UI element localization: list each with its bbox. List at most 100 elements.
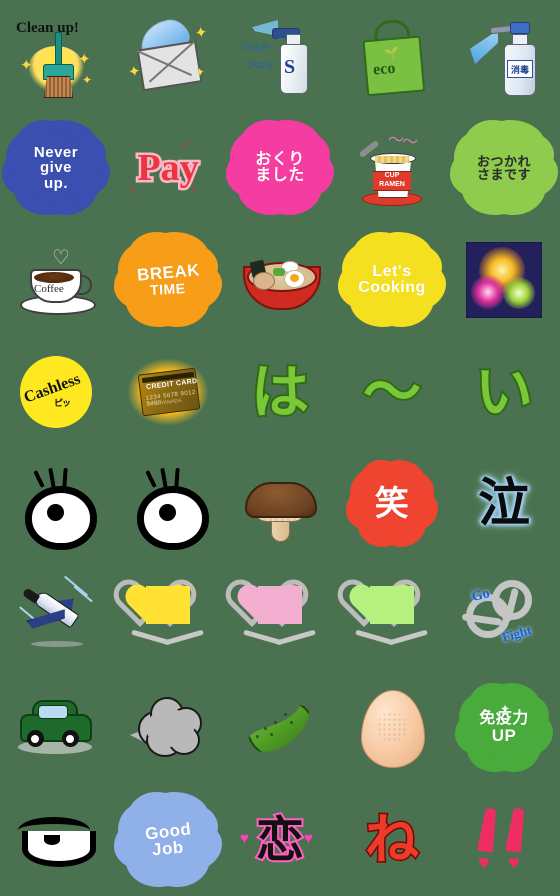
kanji-glyph: 泣 — [477, 474, 530, 534]
speech-bubble: 笑 — [348, 475, 423, 533]
sparkling-envelope-sticker[interactable]: ✦ ✦ ✦ — [120, 8, 216, 104]
balloon-green-sticker[interactable] — [344, 568, 440, 664]
sticker-cell[interactable]: ♪ ♪ ♪ Pay — [112, 112, 224, 224]
sticker-cell[interactable] — [224, 224, 336, 336]
sticker-cell[interactable]: ✦ ✦ ✦ — [112, 0, 224, 112]
shu-text-2: シュッ — [246, 60, 274, 71]
sticker-cell[interactable]: Clean up! ✦ ✦ ✦ — [0, 0, 112, 112]
otsukaresama-sticker[interactable]: おつかれ さまです — [452, 120, 552, 216]
fireworks-sticker[interactable] — [456, 232, 552, 328]
sticker-cell[interactable] — [112, 560, 224, 672]
cucumber-speck — [264, 727, 267, 730]
music-note-icon: ♪ — [129, 181, 136, 196]
bubble-tail — [457, 734, 472, 746]
sticker-cell[interactable]: ♥ ♥ — [448, 784, 560, 896]
go-fight-sticker[interactable]: Go Fight — [456, 568, 552, 664]
eye-open-sticker[interactable] — [120, 456, 216, 552]
pupil — [47, 504, 64, 521]
kana-i-sticker[interactable]: い — [456, 344, 552, 440]
sticker-cell[interactable]: Never give up. — [0, 112, 112, 224]
sticker-cell[interactable]: CREDIT CARD 1234 5678 9012 3456 TARO YAM… — [112, 336, 224, 448]
sticker-cell[interactable]: 消毒 — [448, 0, 560, 112]
sticker-cell[interactable] — [224, 560, 336, 672]
coffee-cup-sticker[interactable]: ♡ Coffee — [8, 232, 104, 328]
egg-illustration — [361, 690, 425, 768]
bubble-tail — [116, 289, 131, 301]
double-exclamation-sticker[interactable]: ♥ ♥ — [456, 792, 552, 888]
immunity-up-sticker[interactable]: ✦ 免疫力 UP — [456, 680, 552, 776]
cashless-sticker[interactable]: Cashless ピッ — [8, 344, 104, 440]
never-give-up-sticker[interactable]: Never give up. — [4, 120, 104, 216]
eco-bag-sticker[interactable]: 🌱 eco — [344, 8, 440, 104]
sticker-cell[interactable]: BREAK TIME — [112, 224, 224, 336]
credit-card-sticker[interactable]: CREDIT CARD 1234 5678 9012 3456 TARO YAM… — [120, 344, 216, 440]
kana-ne-sticker[interactable]: ね — [344, 792, 440, 888]
sticker-cell[interactable]: おくり ました — [224, 112, 336, 224]
sticker-cell[interactable] — [112, 672, 224, 784]
sanitizer-illustration: 消毒 — [460, 12, 548, 100]
kana-ha-sticker[interactable]: は — [232, 344, 328, 440]
cup-ramen-sticker[interactable]: 〜 〜 CUP RAMEN — [344, 120, 440, 216]
kana-wave-sticker[interactable]: 〜 — [344, 344, 440, 440]
sticker-cell[interactable] — [0, 784, 112, 896]
sticker-cell[interactable]: ♥ ♥ 恋 — [224, 784, 336, 896]
sticker-cell[interactable] — [224, 672, 336, 784]
sticker-cell[interactable] — [0, 560, 112, 672]
kana-glyph: は — [249, 358, 311, 426]
sticker-cell[interactable] — [448, 224, 560, 336]
balloon-pink-sticker[interactable] — [232, 568, 328, 664]
car-window — [38, 705, 68, 719]
sanitizer-spray-sticker[interactable]: 消毒 — [456, 8, 552, 104]
sticker-cell[interactable]: Let's Cooking — [336, 224, 448, 336]
sticker-cell[interactable]: 🌱 eco — [336, 0, 448, 112]
sticker-cell[interactable]: 泣 — [448, 448, 560, 560]
naku-cry-sticker[interactable]: 泣 — [456, 456, 552, 552]
sticker-cell[interactable]: い — [448, 336, 560, 448]
bottle-label-text: 消毒 — [510, 64, 529, 75]
koi-love-sticker[interactable]: ♥ ♥ 恋 — [232, 792, 328, 888]
sticker-cell[interactable] — [224, 448, 336, 560]
spray-bottle-sticker[interactable]: S シュッ シュッ — [232, 8, 328, 104]
eye-open-sticker[interactable] — [8, 456, 104, 552]
shiitake-mushroom-sticker[interactable] — [232, 456, 328, 552]
ramen-bowl-sticker[interactable] — [232, 232, 328, 328]
eye-closed-sticker[interactable] — [8, 792, 104, 888]
sticker-cell[interactable]: Go Fight — [448, 560, 560, 672]
sticker-cell[interactable]: 笑 — [336, 448, 448, 560]
clean-up-broom-sticker[interactable]: Clean up! ✦ ✦ ✦ — [8, 8, 104, 104]
cucumber-sticker[interactable] — [232, 680, 328, 776]
sticker-cell[interactable]: ✦ 免疫力 UP — [448, 672, 560, 784]
sticker-cell[interactable] — [0, 448, 112, 560]
egg-sticker[interactable] — [344, 680, 440, 776]
jet-plane-sticker[interactable] — [8, 568, 104, 664]
cashless-illustration: Cashless ピッ — [16, 352, 96, 432]
closed-eye-illustration — [16, 817, 96, 867]
bubble-line-1: Let's — [372, 262, 412, 280]
pay-sticker[interactable]: ♪ ♪ ♪ Pay — [120, 120, 216, 216]
sticker-cell[interactable]: ♡ Coffee — [0, 224, 112, 336]
sticker-cell[interactable] — [336, 672, 448, 784]
sticker-cell[interactable]: Good Job — [112, 784, 224, 896]
sticker-cell[interactable]: ね — [336, 784, 448, 896]
sticker-cell[interactable]: 〜 〜 CUP RAMEN — [336, 112, 448, 224]
balloon-yellow-sticker[interactable] — [120, 568, 216, 664]
sticker-cell[interactable] — [0, 672, 112, 784]
sticker-cell[interactable]: は — [224, 336, 336, 448]
okurimashita-sticker[interactable]: おくり ました — [228, 120, 328, 216]
smoke-puff-sticker[interactable] — [120, 680, 216, 776]
lets-cooking-sticker[interactable]: Let's Cooking — [340, 232, 440, 328]
sticker-cell[interactable] — [112, 448, 224, 560]
sticker-cell[interactable] — [336, 560, 448, 672]
good-job-sticker[interactable]: Good Job — [116, 792, 216, 888]
kana-glyph: い — [473, 358, 535, 426]
break-time-sticker[interactable]: BREAK TIME — [116, 232, 216, 328]
sticker-cell[interactable]: S シュッ シュッ — [224, 0, 336, 112]
sticker-cell[interactable]: 〜 — [336, 336, 448, 448]
sticker-cell[interactable]: おつかれ さまです — [448, 112, 560, 224]
warau-laugh-sticker[interactable]: 笑 — [344, 456, 440, 552]
music-note-icon: ♪ — [183, 135, 190, 150]
sticker-cell[interactable]: Cashless ピッ — [0, 336, 112, 448]
heart-fill — [370, 586, 414, 624]
green-car-sticker[interactable] — [8, 680, 104, 776]
clean-up-label: Clean up! — [16, 20, 79, 36]
